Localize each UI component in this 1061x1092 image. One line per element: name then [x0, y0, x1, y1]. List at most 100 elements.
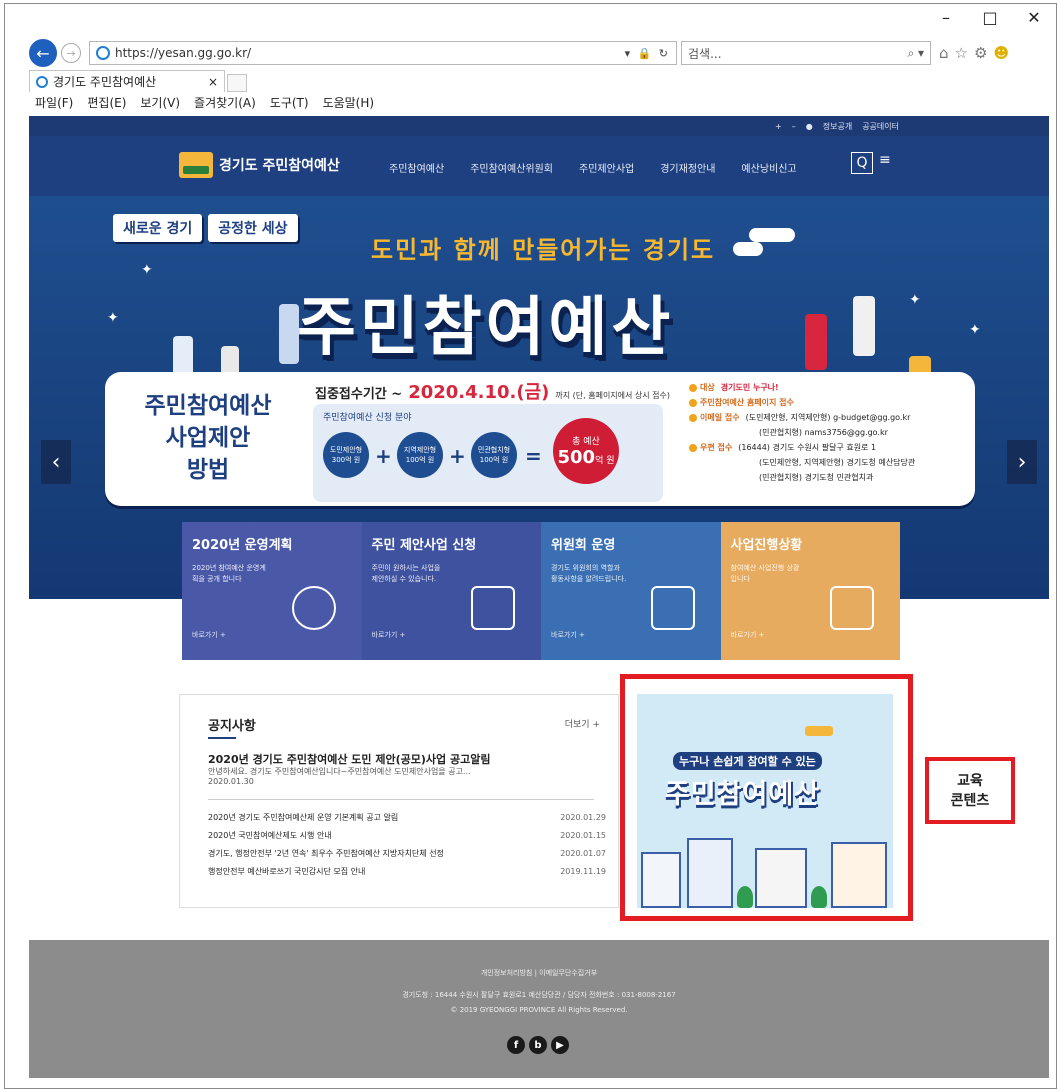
nav-item-finance[interactable]: 경기재정안내 — [660, 160, 715, 175]
tile-committee[interactable]: 위원회 운영 경기도 위원회의 역할과 활동사항을 알려드립니다. 바로가기 + — [541, 522, 721, 660]
star-icon[interactable]: ☆ — [955, 44, 968, 62]
address-row: ← → https://yesan.gg.go.kr/ ▾ 🔒 ↻ 검색... … — [29, 38, 1049, 68]
tile-title: 주민 제안사업 신청 — [371, 538, 477, 553]
tile-more-link[interactable]: 바로가기 + — [551, 630, 585, 640]
url-text[interactable]: https://yesan.gg.go.kr/ — [115, 46, 625, 60]
featured-notice-title[interactable]: 2020년 경기도 주민참여예산 도민 제안(공모)사업 공고알림 — [208, 751, 588, 767]
list-item[interactable]: 행정안전부 예산바로쓰기 국민감시단 모집 안내 2019.11.19 — [208, 863, 606, 881]
back-button[interactable]: ← — [29, 39, 57, 67]
tile-desc: 경기도 위원회의 역할과 활동사항을 알려드립니다. — [551, 564, 627, 583]
settings-window-icon — [830, 586, 874, 630]
smiley-icon[interactable]: ☻ — [993, 44, 1009, 62]
tile-title: 위원회 운영 — [551, 538, 616, 553]
site-search-icon[interactable]: Q — [851, 152, 873, 174]
site-logo[interactable]: 경기도 주민참여예산 — [179, 152, 340, 178]
highlight-box — [620, 674, 913, 921]
list-item[interactable]: 경기도, 행정안전부 '2년 연속' 최우수 주민참여예산 지방자치단체 선정 2… — [208, 845, 606, 863]
forward-button[interactable]: → — [61, 43, 81, 63]
webpage: + – ● 정보공개 공공데이터 경기도 주민참여예산 주민참여예산 주민참여예… — [29, 116, 1049, 1078]
toolbar-icons: ⌂ ☆ ⚙ ☻ — [939, 44, 1009, 62]
field-circle: 지역제안형 100억 원 — [397, 432, 443, 478]
site-header: 경기도 주민참여예산 주민참여예산 주민참여예산위원회 주민제안사업 경기재정안… — [29, 136, 1049, 196]
tile-more-link[interactable]: 바로가기 + — [192, 630, 226, 640]
hero-title: 주민참여예산 — [297, 291, 675, 365]
font-plus-button[interactable]: + — [775, 122, 782, 131]
public-data-link[interactable]: 공공데이터 — [862, 121, 899, 132]
youtube-icon[interactable]: ▶ — [551, 1036, 569, 1054]
search-icon[interactable]: ⌕ ▾ — [907, 46, 924, 61]
close-button[interactable]: ✕ — [1012, 4, 1056, 30]
tile-more-link[interactable]: 바로가기 + — [731, 630, 765, 640]
notice-date: 2020.01.15 — [560, 831, 606, 840]
notice-more-link[interactable]: 더보기 + — [565, 717, 600, 730]
carousel-next-button[interactable]: › — [1007, 440, 1037, 484]
notice-title[interactable]: 2020년 경기도 주민참여예산제 운영 기본계획 공고 알림 — [208, 809, 398, 827]
nav-item-budget[interactable]: 주민참여예산 — [389, 160, 444, 175]
address-bar[interactable]: https://yesan.gg.go.kr/ ▾ 🔒 ↻ — [89, 41, 677, 65]
tile-title: 사업진행상황 — [730, 538, 803, 553]
nav-item-proposal[interactable]: 주민제안사업 — [579, 160, 634, 175]
address-tools[interactable]: ▾ 🔒 ↻ — [625, 47, 670, 60]
font-minus-button[interactable]: – — [792, 122, 796, 131]
menu-tools[interactable]: 도구(T) — [270, 94, 309, 112]
notice-board: 공지사항 더보기 + 2020년 경기도 주민참여예산 도민 제안(공모)사업 … — [179, 694, 619, 908]
field-name: 지역제안형 — [403, 446, 437, 454]
browser-search-input[interactable]: 검색... ⌕ ▾ — [681, 41, 931, 65]
tile-progress[interactable]: 사업진행상황 참여예산 사업진행 상황 입니다 바로가기 + — [720, 522, 900, 660]
hamburger-menu-icon[interactable]: ≡ — [879, 152, 891, 174]
footer-address: 경기도청 : 16444 수원시 팔달구 효원로1 예산담당관 / 담당자 전화… — [402, 991, 676, 999]
tile-more-link[interactable]: 바로가기 + — [372, 630, 406, 640]
network-icon — [291, 586, 336, 630]
tab-title: 경기도 주민참여예산 — [53, 75, 157, 89]
notice-date: 2019.11.19 — [560, 867, 606, 876]
home-icon[interactable]: ⌂ — [939, 44, 949, 62]
featured-notice-summary: 안녕하세요. 경기도 주민참여예산입니다~주민참여예산 도민제안사업을 공고..… — [208, 767, 568, 787]
font-reset-button[interactable]: ● — [806, 122, 813, 131]
menu-favorites[interactable]: 즐겨찾기(A) — [194, 94, 256, 112]
maximize-button[interactable]: □ — [968, 4, 1012, 30]
logo-text: 경기도 주민참여예산 — [219, 158, 340, 174]
header-buttons: Q ≡ — [851, 152, 891, 174]
notice-title[interactable]: 행정안전부 예산바로쓰기 국민감시단 모집 안내 — [208, 863, 365, 881]
post-label: 우편 접수 — [700, 443, 733, 452]
list-item[interactable]: 2020년 경기도 주민참여예산제 운영 기본계획 공고 알림 2020.01.2… — [208, 809, 606, 827]
tab-close-icon[interactable]: × — [208, 75, 218, 89]
list-item[interactable]: 2020년 국민참여예산제도 시행 안내 2020.01.15 — [208, 827, 606, 845]
menu-edit[interactable]: 편집(E) — [87, 94, 126, 112]
card-title: 주민참여예산 사업제안 방법 — [123, 390, 293, 486]
annotation-line1: 교육 — [957, 772, 983, 789]
tile-desc: 참여예산 사업진행 상황 입니다 — [730, 564, 800, 583]
quick-tiles: 2020년 운영계획 2020년 참여예산 운영계획을 공개 합니다 바로가기 … — [182, 522, 900, 660]
info-disclosure-link[interactable]: 정보공개 — [823, 121, 852, 132]
footer-links[interactable]: 개인정보처리방침 | 이메일무단수집거부 — [29, 968, 1049, 978]
proposal-info-card: 주민참여예산 사업제안 방법 집중접수기간 ~ 2020.4.10.(금) 까지… — [105, 372, 975, 506]
site-footer: 개인정보처리방침 | 이메일무단수집거부 경기도청 : 16444 수원시 팔달… — [29, 940, 1049, 1078]
menu-help[interactable]: 도움말(H) — [323, 94, 375, 112]
tile-plan[interactable]: 2020년 운영계획 2020년 참여예산 운영계획을 공개 합니다 바로가기 … — [182, 522, 362, 660]
notice-title[interactable]: 경기도, 행정안전부 '2년 연속' 최우수 주민참여예산 지방자치단체 선정 — [208, 845, 444, 863]
tab-active[interactable]: 경기도 주민참여예산 × — [29, 70, 225, 92]
field-circle: 도민제안형 300억 원 — [323, 432, 369, 478]
notice-date: 2020.01.29 — [560, 813, 606, 822]
gear-icon[interactable]: ⚙ — [974, 44, 987, 62]
arrow-right-icon: → — [66, 46, 76, 60]
nav-item-committee[interactable]: 주민참여예산위원회 — [470, 160, 553, 175]
browser-window: – □ ✕ ← → https://yesan.gg.go.kr/ ▾ 🔒 ↻ … — [4, 3, 1057, 1089]
facebook-icon[interactable]: f — [507, 1036, 525, 1054]
field-name: 도민제안형 — [329, 446, 363, 454]
person-illustration — [853, 296, 875, 356]
nav-item-report[interactable]: 예산낭비신고 — [741, 160, 796, 175]
sparkle-icon: ✦ — [969, 322, 981, 338]
fields-label: 주민참여예산 신청 분야 — [323, 413, 412, 423]
minimize-button[interactable]: – — [924, 4, 968, 30]
notice-title[interactable]: 2020년 국민참여예산제도 시행 안내 — [208, 827, 332, 845]
sparkle-icon: ✦ — [141, 262, 153, 278]
tile-proposal[interactable]: 주민 제안사업 신청 주민이 원하시는 사업을 제안하실 수 있습니다. 바로가… — [361, 522, 541, 660]
menu-view[interactable]: 보기(V) — [140, 94, 180, 112]
blog-icon[interactable]: b — [529, 1036, 547, 1054]
new-tab-button[interactable] — [227, 74, 247, 92]
carousel-prev-button[interactable]: ‹ — [41, 440, 71, 484]
menu-file[interactable]: 파일(F) — [35, 94, 73, 112]
tab-row: 경기도 주민참여예산 × — [29, 70, 247, 92]
submission-channels: 대상 경기도민 누구나! 주민참여예산 홈페이지 접수 이메일 접수 (도민제안형,… — [689, 380, 969, 485]
